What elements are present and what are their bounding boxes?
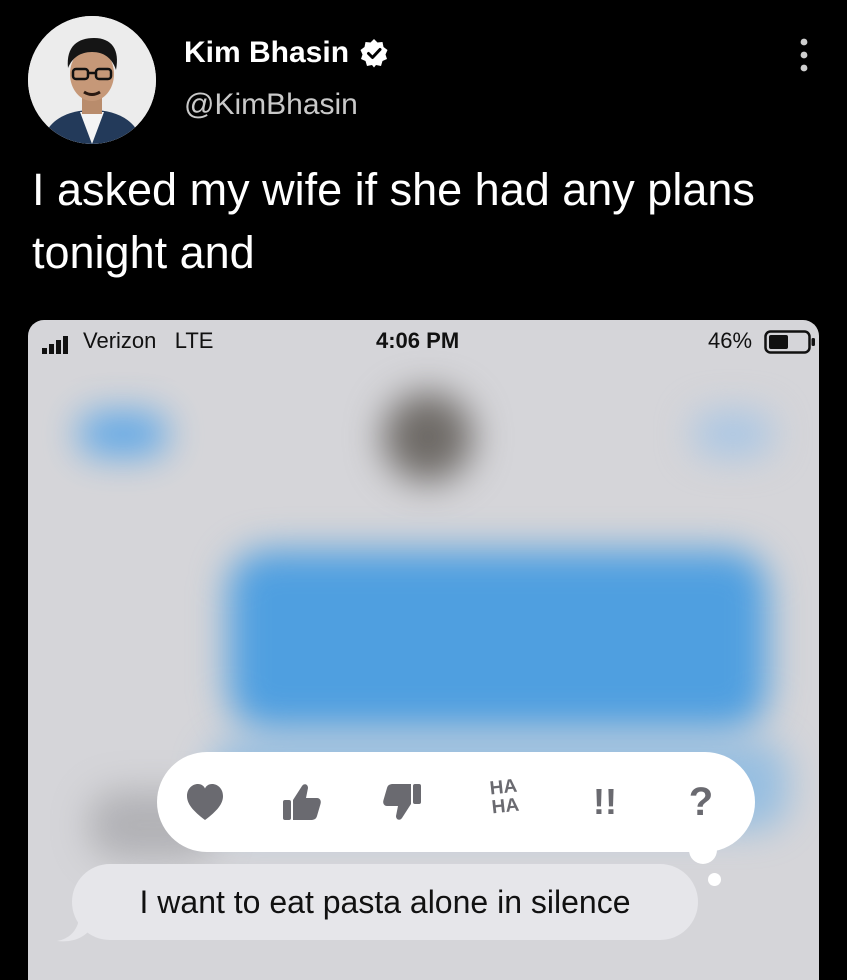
heart-icon[interactable]: [181, 778, 229, 826]
tweet-text: I asked my wife if she had any plans ton…: [32, 164, 755, 278]
author-name[interactable]: Kim Bhasin: [184, 36, 389, 70]
thumbs-down-icon[interactable]: [379, 778, 427, 826]
thought-dot-small: [708, 873, 721, 886]
carrier-name: Verizon: [83, 328, 157, 353]
thought-dot-large: [689, 836, 717, 864]
carrier-network: Verizon LTE: [83, 328, 213, 354]
tapback-reaction-bar: HA HA !! ?: [157, 752, 755, 852]
exclamation-icon[interactable]: !!: [581, 778, 629, 826]
question-icon[interactable]: ?: [677, 778, 725, 826]
status-bar: Verizon LTE 4:06 PM 46%: [28, 320, 819, 364]
author-name-text[interactable]: Kim Bhasin: [184, 36, 349, 70]
status-time: 4:06 PM: [376, 328, 460, 353]
avatar[interactable]: [28, 16, 156, 144]
avatar-image: [28, 16, 156, 144]
network-type: LTE: [174, 328, 214, 353]
signal-strength-icon: [42, 336, 68, 354]
message-text: I want to eat pasta alone in silence: [139, 883, 631, 920]
thumbs-up-icon[interactable]: [277, 778, 325, 826]
more-options-icon[interactable]: [799, 38, 809, 72]
battery-icon: [764, 330, 815, 354]
received-message-bubble[interactable]: I want to eat pasta alone in silence: [72, 864, 698, 940]
battery-percent: 46%: [708, 328, 753, 353]
tweet-header: Kim Bhasin @KimBhasin: [0, 0, 847, 150]
author-handle[interactable]: @KimBhasin: [184, 88, 358, 122]
haha-icon[interactable]: HA HA: [475, 775, 536, 829]
verified-badge-icon: [360, 39, 388, 68]
